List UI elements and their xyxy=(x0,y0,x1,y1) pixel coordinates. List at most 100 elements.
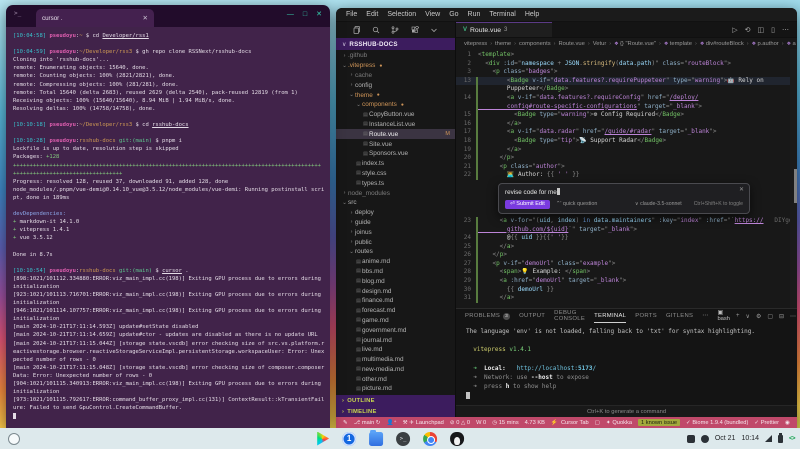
layout-icon[interactable]: ▯ xyxy=(771,26,775,34)
launcher-button[interactable] xyxy=(8,433,20,445)
tree-item-CopyButton.vue[interactable]: ▤CopyButton.vue xyxy=(336,110,455,120)
timeline-section[interactable]: › TIMELINE xyxy=(336,406,455,417)
panel-action-icon[interactable]: ∨ xyxy=(746,313,750,320)
tree-item-src[interactable]: ⌄src xyxy=(336,198,455,208)
tree-item-theme[interactable]: ⌄theme● xyxy=(336,90,455,100)
tree-item-live.md[interactable]: ▤live.md xyxy=(336,345,455,355)
tab-route-vue[interactable]: V Route.vue 3 xyxy=(456,22,552,37)
tree-item-government.md[interactable]: ▤government.md xyxy=(336,325,455,335)
tree-item-cache[interactable]: ›cache xyxy=(336,71,455,81)
tree-item-finance.md[interactable]: ▤finance.md xyxy=(336,296,455,306)
panel-tab-output[interactable]: OUTPUT xyxy=(519,313,545,319)
tree-item-deploy[interactable]: ›deploy xyxy=(336,208,455,218)
statusbar-item[interactable]: 1 known issue xyxy=(638,419,680,426)
search-icon[interactable] xyxy=(372,26,380,34)
menu-file[interactable]: File xyxy=(346,11,357,18)
terminal-tab[interactable]: cursor . ✕ xyxy=(36,9,154,27)
chevron-down-icon[interactable] xyxy=(430,26,438,34)
project-header[interactable]: ∨ RSSHUB-DOCS xyxy=(336,38,455,50)
tree-item-anime.md[interactable]: ▤anime.md xyxy=(336,257,455,267)
tree-item-joinus[interactable]: ›joinus xyxy=(336,227,455,237)
minimap[interactable] xyxy=(790,49,797,308)
shelf-app-chrome[interactable] xyxy=(423,432,437,446)
statusbar-item[interactable]: ✓ Prettier xyxy=(754,420,779,426)
code-editor[interactable]: 1<template>2 <div :id="namespace + JSON.… xyxy=(456,49,797,308)
file-explorer[interactable]: ›.github⌄.vitepress●›cache›config⌄theme●… xyxy=(336,50,455,395)
statusbar-item[interactable]: ▢ xyxy=(595,420,600,426)
model-selector[interactable]: ∨ claude-3.5-sonnet xyxy=(635,201,682,207)
tree-item-game.md[interactable]: ▤game.md xyxy=(336,316,455,326)
back-icon[interactable]: ⟲ xyxy=(745,26,751,34)
statusbar-item[interactable]: ◉ xyxy=(785,420,790,426)
tree-item-InstanceList.vue[interactable]: ▤InstanceList.vue xyxy=(336,120,455,130)
statusbar-item[interactable]: ✦ Quokka xyxy=(606,420,632,426)
menu-selection[interactable]: Selection xyxy=(387,11,416,18)
breadcrumb-item[interactable]: ❖ div#routeBlock xyxy=(700,41,744,47)
tree-item-bbs.md[interactable]: ▤bbs.md xyxy=(336,267,455,277)
split-editor-icon[interactable]: ◫ xyxy=(758,26,765,34)
minimize-icon[interactable]: — xyxy=(287,11,294,18)
breadcrumb-item[interactable]: theme xyxy=(495,41,511,47)
prompt-input[interactable]: revise code for me xyxy=(505,188,743,196)
breadcrumb-item[interactable]: components xyxy=(519,41,551,47)
tree-item-routes[interactable]: ⌄routes xyxy=(336,247,455,257)
menu-help[interactable]: Help xyxy=(525,11,539,18)
breadcrumb-item[interactable]: vitepress xyxy=(464,41,487,47)
menu-terminal[interactable]: Terminal xyxy=(489,11,515,18)
statusbar-item[interactable]: 👤⁺ xyxy=(387,420,397,426)
breadcrumb-item[interactable]: ❖ a xyxy=(787,41,796,47)
shelf-app-1password[interactable]: 1 xyxy=(342,432,356,446)
outline-section[interactable]: › OUTLINE xyxy=(336,395,455,406)
tree-item-design.md[interactable]: ▤design.md xyxy=(336,286,455,296)
system-tray[interactable]: Oct 21 10:14 <> xyxy=(687,435,795,443)
tree-item-.vitepress[interactable]: ⌄.vitepress● xyxy=(336,61,455,71)
tree-item-node_modules[interactable]: ›node_modules xyxy=(336,188,455,198)
terminal-output[interactable]: [10:04:58] pseudoyu:~ $ cd Developer/rss… xyxy=(6,27,330,428)
run-icon[interactable]: ▷ xyxy=(732,26,737,34)
statusbar-item[interactable]: W 0 xyxy=(476,420,486,426)
tree-item-style.css[interactable]: ▤style.css xyxy=(336,169,455,179)
shelf-app-terminal[interactable]: >_ xyxy=(396,432,410,446)
tree-item-components[interactable]: ⌄components● xyxy=(336,100,455,110)
extensions-icon[interactable] xyxy=(411,26,419,34)
shelf-app-files[interactable] xyxy=(369,432,383,446)
shelf-app-play-store[interactable] xyxy=(315,432,329,446)
tree-item-other.md[interactable]: ▤other.md xyxy=(336,374,455,384)
source-control-icon[interactable] xyxy=(391,26,399,34)
scrollbar-thumb[interactable] xyxy=(794,169,797,203)
tree-item-journal.md[interactable]: ▤journal.md xyxy=(336,335,455,345)
panel-tab-gitlens[interactable]: GITLENS xyxy=(666,313,693,319)
statusbar-item[interactable]: ✎ xyxy=(343,420,348,426)
breadcrumb-item[interactable]: ❖ p.author xyxy=(752,41,779,47)
terminal-window[interactable]: >_ cursor . ✕ — □ ✕ [10:04:58] pseudoyu:… xyxy=(6,5,330,428)
clock[interactable]: 10:14 xyxy=(741,435,759,442)
panel-tab-terminal[interactable]: TERMINAL xyxy=(594,309,626,323)
statusbar-item[interactable]: ⚒ ✈ Launchpad xyxy=(403,420,444,426)
breadcrumb-item[interactable]: ❖ {} "Route.vue" xyxy=(614,41,656,47)
statusbar-item[interactable]: ◷ 15 mins xyxy=(492,420,518,426)
panel-tab-ports[interactable]: PORTS xyxy=(635,313,657,319)
shelf-app-linux-penguin[interactable] xyxy=(450,432,464,446)
submit-edit-button[interactable]: ⏎ Submit Edit xyxy=(505,200,550,209)
statusbar-item[interactable]: ⚡ xyxy=(551,420,558,426)
tree-item-new-media.md[interactable]: ▤new-media.md xyxy=(336,365,455,375)
files-icon[interactable] xyxy=(353,26,361,34)
tree-item-multimedia.md[interactable]: ▤multimedia.md xyxy=(336,355,455,365)
close-icon[interactable]: ✕ xyxy=(316,11,322,18)
close-icon[interactable]: ✕ xyxy=(739,186,744,193)
tree-item-guide[interactable]: ›guide xyxy=(336,218,455,228)
vscode-window[interactable]: FileEditSelectionViewGoRunTerminalHelp ∨… xyxy=(336,8,797,428)
menu-go[interactable]: Go xyxy=(449,11,458,18)
panel-action-icon[interactable]: ▢ xyxy=(767,313,773,320)
date-label[interactable]: Oct 21 xyxy=(715,435,736,442)
statusbar-item[interactable]: ✓ Biome 1.9.4 (bundled) xyxy=(686,420,748,426)
breadcrumb-item[interactable]: Vetur xyxy=(593,41,607,47)
statusbar-item[interactable]: 4.73 KB xyxy=(525,420,545,426)
tree-item-forecast.md[interactable]: ▤forecast.md xyxy=(336,306,455,316)
app-circle-icon[interactable] xyxy=(701,435,709,443)
panel-action-icon[interactable]: ⋯ xyxy=(790,313,796,320)
tree-item-.github[interactable]: ›.github xyxy=(336,51,455,61)
panel-action-icon[interactable]: ⚙ xyxy=(756,313,761,320)
statusbar-item[interactable]: ⊘ 0 △ 0 xyxy=(450,420,470,426)
tree-item-config[interactable]: ›config xyxy=(336,80,455,90)
